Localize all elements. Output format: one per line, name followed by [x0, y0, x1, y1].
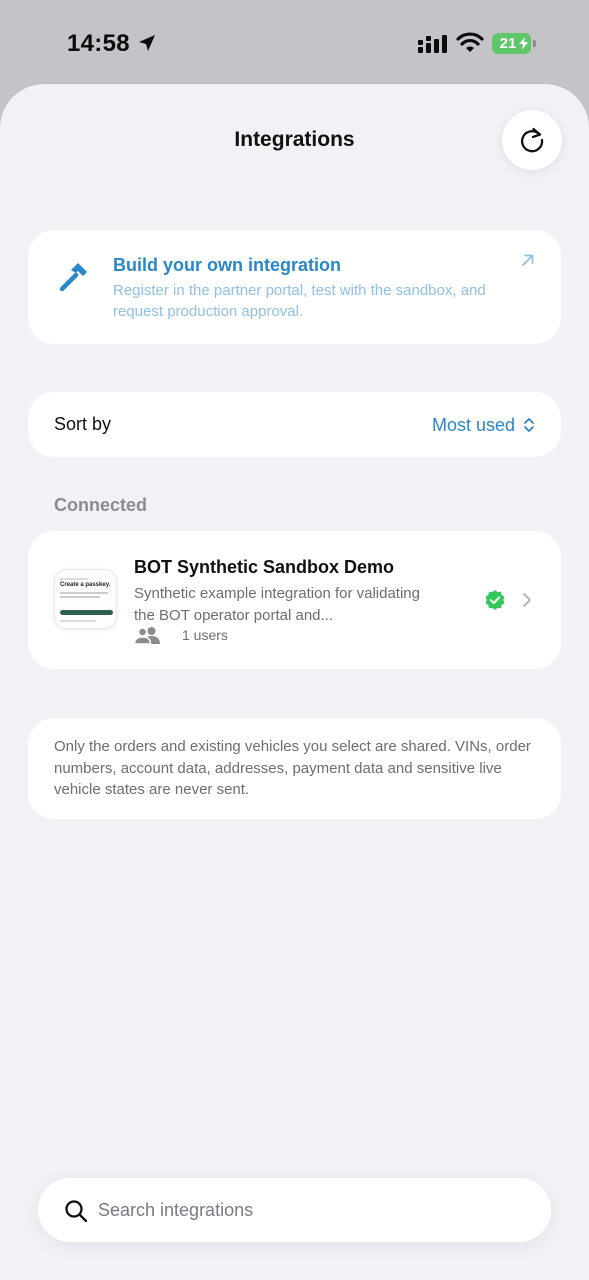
page-title: Integrations	[234, 128, 355, 151]
hammer-icon	[59, 263, 87, 292]
build-integration-title: Build your own integration	[113, 255, 341, 275]
battery-indicator: 21	[492, 33, 536, 54]
sort-label: Sort by	[54, 414, 112, 434]
external-link-icon	[522, 254, 534, 266]
thumbnail-line	[60, 578, 88, 580]
search-bar[interactable]	[38, 1178, 551, 1242]
verified-badge-icon	[485, 590, 505, 610]
build-integration-description: Register in the partner portal, test wit…	[113, 282, 486, 320]
search-input[interactable]	[98, 1196, 518, 1224]
sort-dropdown[interactable]: Most used	[432, 414, 535, 436]
privacy-notice-card: Only the orders and existing vehicles yo…	[28, 718, 561, 819]
connected-section-label: Connected	[54, 495, 148, 515]
thumbnail-title: Create a passkey.	[60, 582, 111, 588]
thumbnail-line	[60, 620, 96, 622]
status-bar: 14:58 21	[0, 0, 589, 84]
thumbnail-button	[60, 610, 113, 615]
search-icon	[65, 1200, 88, 1223]
integration-item[interactable]: Create a passkey. BOT Synthetic Sandbox …	[28, 531, 561, 669]
users-icon	[134, 627, 160, 644]
location-arrow-icon	[139, 35, 155, 51]
integration-description: Synthetic example integration for valida…	[134, 585, 420, 624]
sort-row: Sort by Most used	[28, 392, 561, 457]
thumbnail-line	[60, 596, 100, 598]
cellular-signal-icon	[418, 35, 447, 53]
sort-value: Most used	[431, 414, 515, 435]
charging-bolt-icon	[519, 37, 528, 50]
chevron-up-down-icon	[524, 418, 534, 432]
integration-thumbnail: Create a passkey.	[54, 569, 117, 629]
thumbnail-line	[60, 592, 108, 594]
integration-name: BOT Synthetic Sandbox Demo	[134, 557, 395, 577]
refresh-button[interactable]	[502, 110, 562, 170]
integration-users-count: 1 users	[182, 627, 228, 643]
refresh-icon	[520, 127, 544, 153]
privacy-notice-text: Only the orders and existing vehicles yo…	[54, 738, 531, 798]
build-integration-card[interactable]: Build your own integration Register in t…	[28, 230, 561, 344]
battery-tip	[533, 40, 536, 47]
chevron-right-icon	[523, 593, 531, 607]
status-time: 14:58	[67, 30, 130, 57]
wifi-icon	[456, 32, 484, 52]
